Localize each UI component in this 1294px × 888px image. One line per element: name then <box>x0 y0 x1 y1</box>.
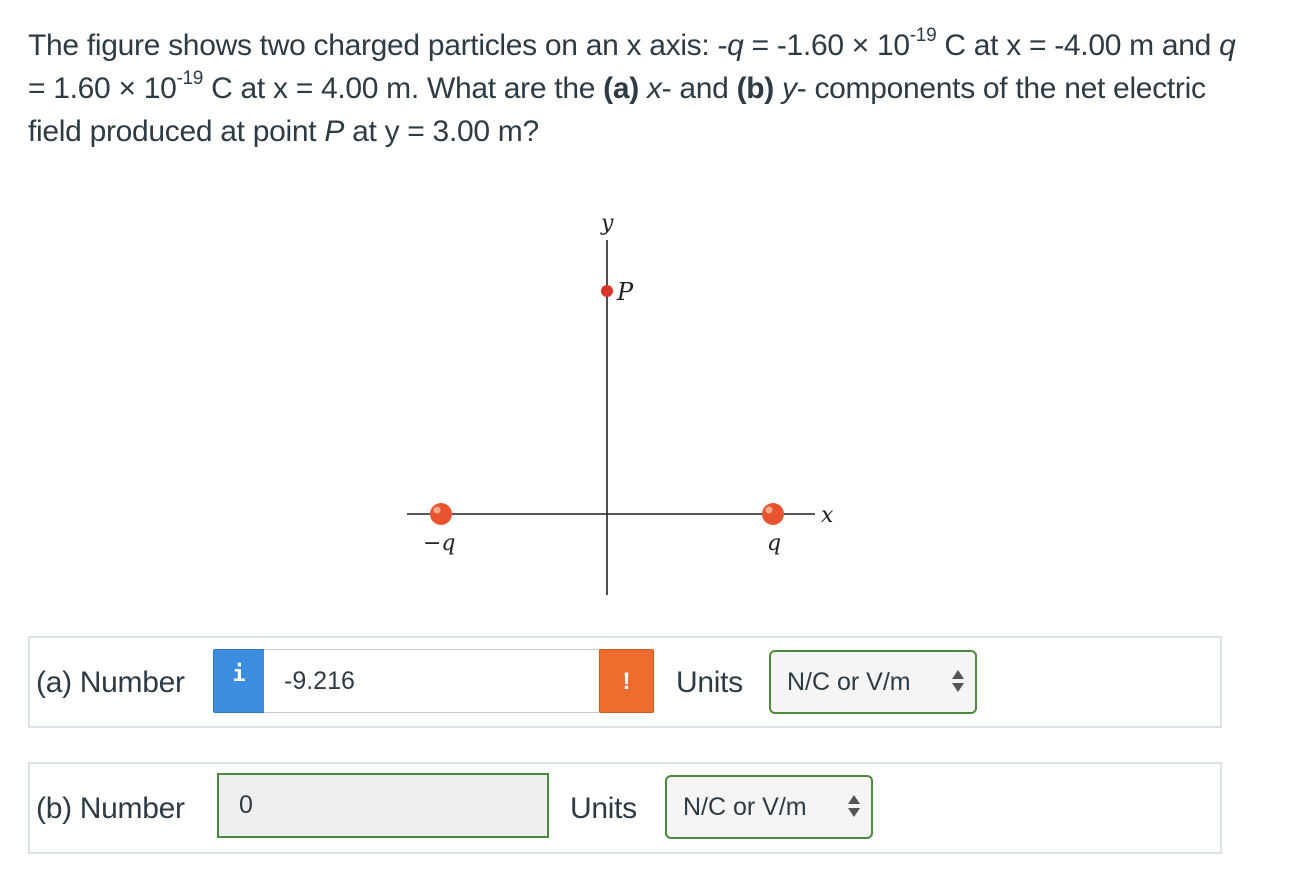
point-p-label: P <box>616 278 634 306</box>
question-text-part <box>639 72 647 105</box>
part-b-tag: (b) <box>736 72 775 105</box>
exponent: -19 <box>909 25 937 46</box>
variable-q: q <box>1219 29 1236 62</box>
negative-charge <box>430 503 452 525</box>
part-b-number-input[interactable]: 0 <box>217 773 549 838</box>
y-axis-label: y <box>600 211 614 236</box>
part-b-units-select[interactable]: N/C or V/m <box>665 775 873 839</box>
part-a-units-label: Units <box>676 666 743 699</box>
variable-x: x <box>646 72 662 105</box>
question-text: The figure shows two charged particles o… <box>28 24 1258 153</box>
charge-diagram: y x P −q q <box>407 211 834 595</box>
variable-y: y <box>782 72 797 105</box>
part-b-units-value: N/C or V/m <box>683 793 807 821</box>
charge-highlight <box>765 506 773 514</box>
positive-charge <box>762 503 784 525</box>
part-a-units-select[interactable]: N/C or V/m <box>769 650 977 714</box>
part-a-number-input[interactable]: -9.216 <box>264 649 600 713</box>
negative-charge-label: −q <box>423 531 456 556</box>
part-b-units-label: Units <box>570 792 637 825</box>
question-text-part: at y = 3.00 m? <box>344 115 539 148</box>
exponent: -19 <box>176 68 204 89</box>
part-a-answer-row: (a) Number i -9.216 ! Units N/C or V/m <box>28 636 1222 728</box>
variable-p: P <box>324 115 345 148</box>
part-a-label: (a) Number <box>36 666 185 699</box>
select-arrows-icon <box>952 670 964 692</box>
question-text-part: The figure shows two charged particles o… <box>28 29 728 62</box>
select-arrows-icon <box>848 795 860 817</box>
question-text-part <box>774 72 782 105</box>
part-b-answer-row: (b) Number 0 Units N/C or V/m <box>28 762 1222 854</box>
question-text-part: C at x = 4.00 m. What are the <box>203 72 604 105</box>
question-text-part: - and <box>661 72 737 105</box>
charge-figure: y x P −q q <box>395 200 875 600</box>
positive-charge-label: q <box>767 531 781 556</box>
question-text-part: C at x = -4.00 m and <box>936 29 1220 62</box>
question-text-part: = 1.60 × 10 <box>28 72 177 105</box>
charge-highlight <box>433 506 441 514</box>
warning-icon[interactable]: ! <box>599 649 654 713</box>
part-b-label: (b) Number <box>36 792 185 825</box>
question-text-part: = -1.60 × 10 <box>743 29 911 62</box>
info-icon[interactable]: i <box>213 649 265 713</box>
point-p-marker <box>601 285 613 297</box>
part-a-units-value: N/C or V/m <box>787 668 911 696</box>
x-axis-label: x <box>821 503 834 528</box>
variable-q: q <box>727 29 744 62</box>
part-a-tag: (a) <box>603 72 639 105</box>
